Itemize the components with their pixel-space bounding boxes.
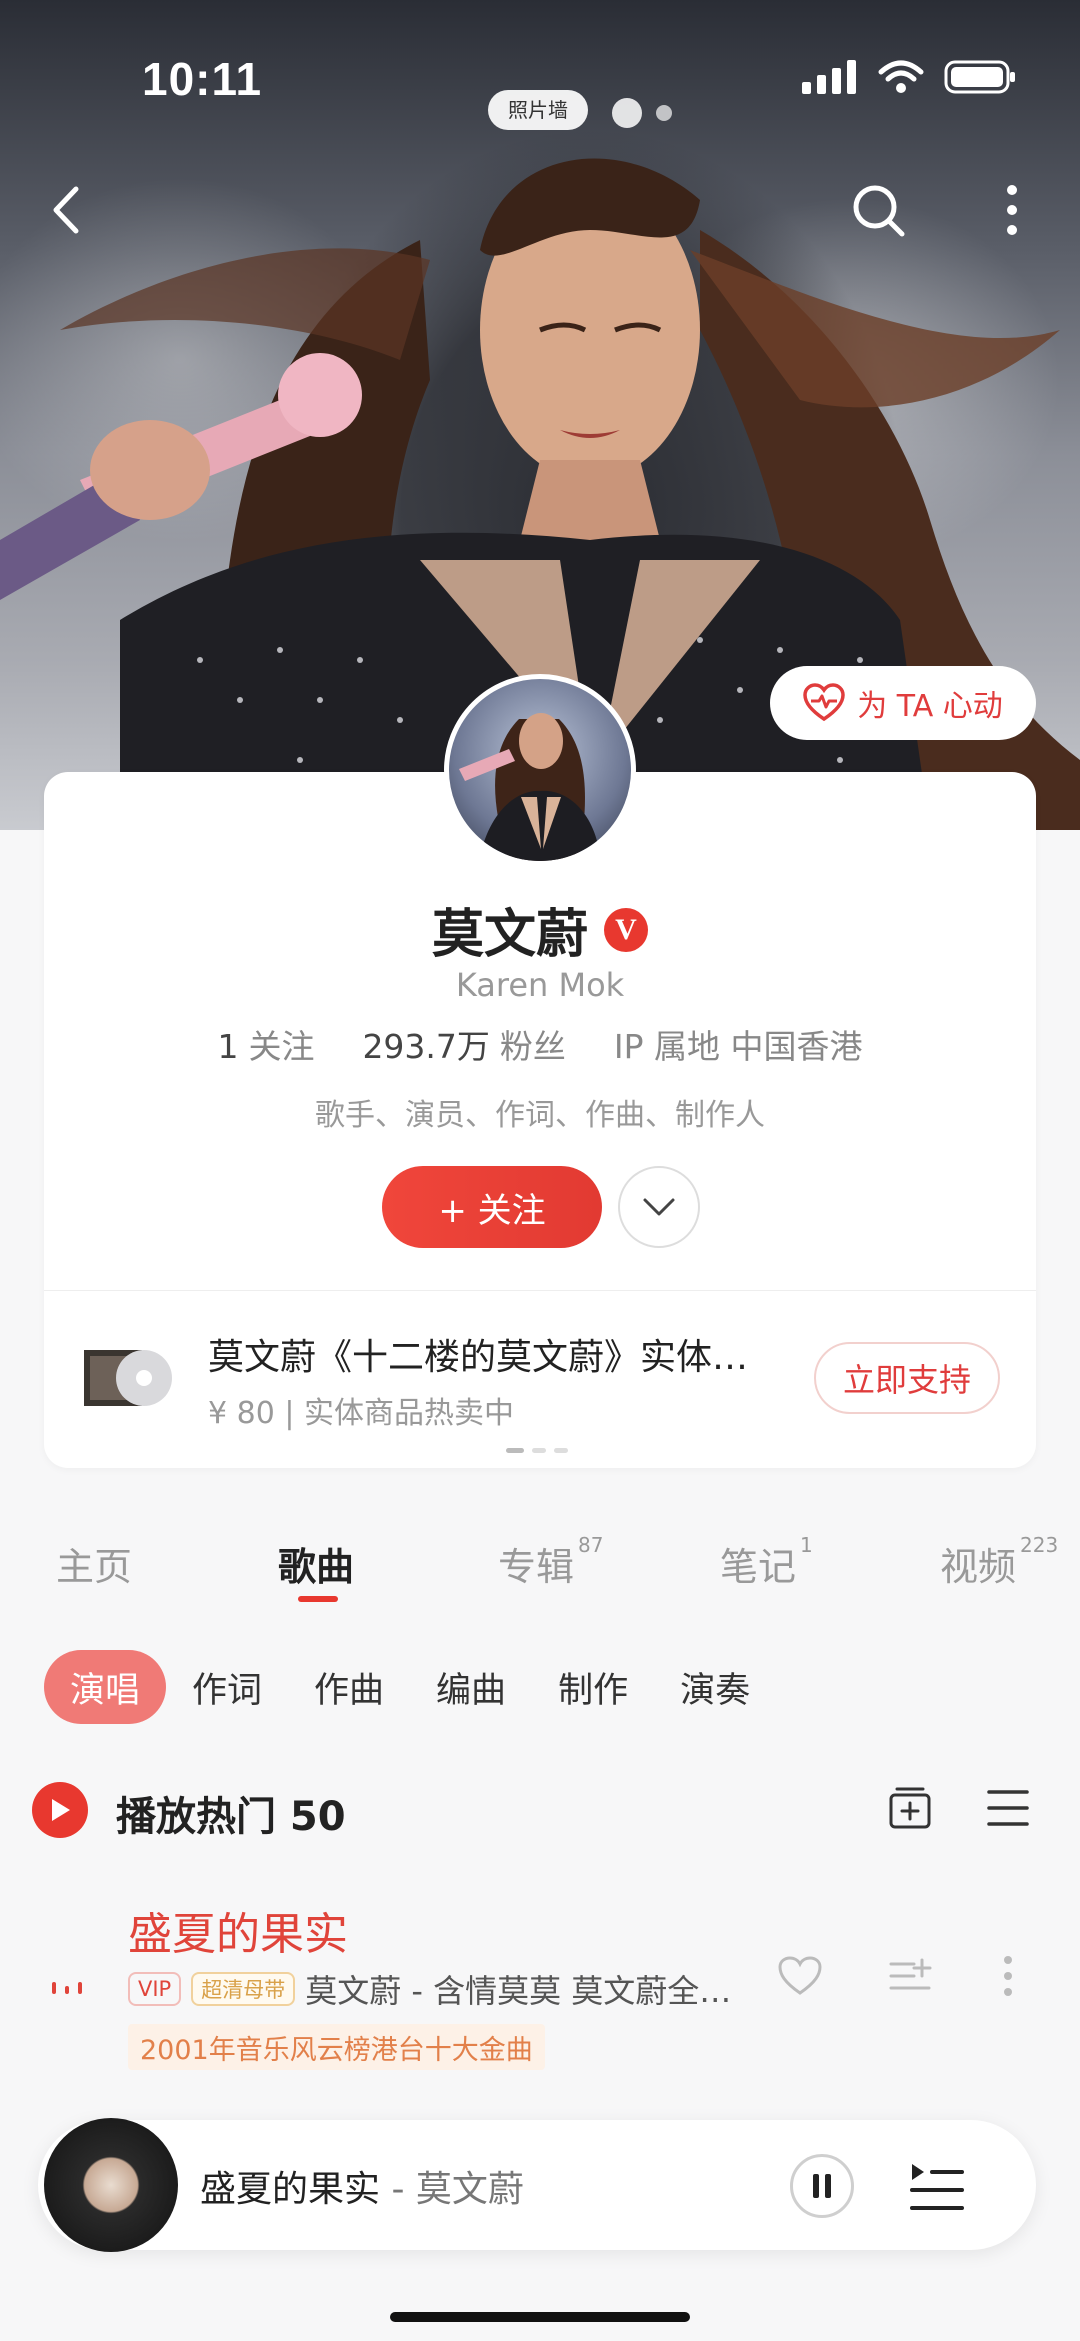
search-button[interactable]: [848, 180, 908, 240]
song-award-badge: 2001年音乐风云榜港台十大金曲: [128, 2024, 545, 2070]
artist-avatar[interactable]: [444, 674, 636, 866]
fans-stat[interactable]: 293.7万 粉丝: [362, 1020, 565, 1068]
back-button[interactable]: [38, 180, 98, 240]
ip-label: IP 属地: [613, 1027, 721, 1066]
add-to-queue-icon: [889, 1958, 932, 1990]
artist-name: 莫文蔚: [431, 905, 588, 965]
play-hot-50-label[interactable]: 播放热门 50: [116, 1784, 346, 1842]
now-playing-bars-icon: [52, 1982, 82, 1994]
ip-location: 中国香港: [730, 1027, 863, 1066]
active-tab-indicator: [298, 1596, 338, 1602]
chip-compose[interactable]: 作曲: [288, 1650, 410, 1724]
chip-perform[interactable]: 演奏: [654, 1650, 776, 1724]
card-divider: [44, 1290, 1036, 1291]
promo-title[interactable]: 莫文蔚《十二楼的莫文蔚》实体…: [208, 1328, 778, 1380]
chip-produce[interactable]: 制作: [532, 1650, 654, 1724]
song-title[interactable]: 盛夏的果实: [128, 1898, 348, 1962]
player-album-disc[interactable]: [44, 2118, 178, 2252]
cellular-signal-icon: [802, 60, 856, 94]
follow-button[interactable]: + 关注: [382, 1166, 602, 1248]
add-to-queue-button[interactable]: [882, 1948, 938, 2004]
heartbeat-icon: [803, 683, 845, 722]
tab-notes[interactable]: 笔记 1: [720, 1533, 813, 1591]
more-vertical-icon: [1004, 1956, 1012, 1996]
following-count: 1: [217, 1027, 239, 1066]
player-track-info[interactable]: 盛夏的果实 - 莫文蔚: [200, 2160, 524, 2212]
tab-songs-label: 歌曲: [278, 1545, 355, 1589]
chip-sing[interactable]: 演唱: [44, 1650, 167, 1724]
promo-page-dots: [506, 1448, 568, 1453]
promo-subtitle: ¥ 80 | 实体商品热卖中: [208, 1396, 514, 1431]
artist-stats: 1 关注 293.7万 粉丝 IP 属地 中国香港: [0, 1020, 1080, 1068]
tab-songs[interactable]: 歌曲: [278, 1536, 354, 1591]
playlist-queue-icon[interactable]: [906, 2156, 968, 2218]
artist-english-name: Karen Mok: [455, 966, 625, 1004]
fans-count: 293.7万: [362, 1027, 490, 1066]
song-artist-album: 莫文蔚 - 含情莫莫 莫文蔚全…: [305, 1972, 732, 2010]
hero-page-dots: [612, 98, 672, 128]
player-separator: -: [391, 2169, 405, 2210]
mini-player[interactable]: [38, 2120, 1036, 2250]
ip-location-stat: IP 属地 中国香港: [614, 1020, 863, 1068]
vip-tag: VIP: [128, 1972, 182, 2006]
song-role-filter: 演唱 作词 作曲 编曲 制作 演奏: [44, 1650, 776, 1724]
song-meta: VIP 超清母带 莫文蔚 - 含情莫莫 莫文蔚全…: [128, 1966, 741, 2012]
tab-videos[interactable]: 视频 223: [940, 1533, 1059, 1591]
play-icon: [52, 1799, 70, 1821]
tab-home-label: 主页: [56, 1545, 133, 1589]
search-icon: [853, 185, 905, 237]
list-menu-icon: [987, 1790, 1029, 1826]
album-product-thumbnail[interactable]: [84, 1346, 176, 1410]
chevron-down-icon: [643, 1198, 675, 1216]
play-all-button[interactable]: [32, 1782, 88, 1838]
add-to-playlist-button[interactable]: [882, 1780, 938, 1836]
tab-albums-label: 专辑: [498, 1545, 575, 1589]
following-label: 关注: [248, 1027, 315, 1066]
tab-notes-count: 1: [800, 1533, 813, 1558]
player-song-title: 盛夏的果实: [200, 2169, 381, 2210]
wifi-icon: [878, 60, 924, 93]
tab-videos-count: 223: [1020, 1533, 1059, 1558]
master-quality-tag: 超清母带: [191, 1972, 296, 2006]
tab-notes-label: 笔记: [720, 1545, 797, 1589]
status-icons: [802, 60, 1016, 94]
fans-label: 粉丝: [499, 1027, 566, 1066]
multi-select-button[interactable]: [980, 1780, 1036, 1836]
chip-lyrics[interactable]: 作词: [166, 1650, 288, 1724]
more-options-button[interactable]: [982, 180, 1042, 240]
heart-button-label: 为 TA 心动: [857, 689, 1003, 724]
tab-home[interactable]: 主页: [56, 1536, 132, 1591]
avatar-photo: [459, 713, 601, 861]
artist-roles: 歌手、演员、作词、作曲、制作人: [315, 1098, 765, 1133]
pause-button[interactable]: [790, 2154, 854, 2218]
artist-tabs: 主页 歌曲 专辑 87 笔记 1 视频 223: [0, 1533, 1080, 1626]
artist-name-row: 莫文蔚 V: [0, 892, 1080, 967]
pause-icon: [813, 2174, 831, 2198]
add-playlist-icon: [889, 1787, 931, 1829]
tab-videos-label: 视频: [940, 1545, 1017, 1589]
like-song-button[interactable]: [772, 1948, 828, 2004]
tab-albums[interactable]: 专辑 87: [498, 1533, 604, 1591]
more-vertical-icon: [1007, 185, 1017, 235]
verified-badge-icon: V: [604, 907, 648, 952]
heart-outline-icon: [778, 1956, 822, 1995]
back-arrow-icon: [53, 186, 79, 234]
photo-wall-label[interactable]: 照片墙: [488, 90, 588, 130]
song-more-button[interactable]: [980, 1948, 1036, 2004]
battery-icon: [944, 60, 1015, 94]
heart-for-ta-button[interactable]: 为 TA 心动: [770, 666, 1036, 740]
status-time: 10:11: [142, 53, 263, 105]
player-artist: 莫文蔚: [415, 2169, 524, 2210]
expand-profile-button[interactable]: [618, 1166, 700, 1248]
home-indicator: [390, 2312, 690, 2322]
support-now-button[interactable]: 立即支持: [814, 1342, 1000, 1414]
following-stat[interactable]: 1 关注: [217, 1020, 314, 1068]
chip-arrange[interactable]: 编曲: [410, 1650, 532, 1724]
tab-albums-count: 87: [578, 1533, 604, 1558]
